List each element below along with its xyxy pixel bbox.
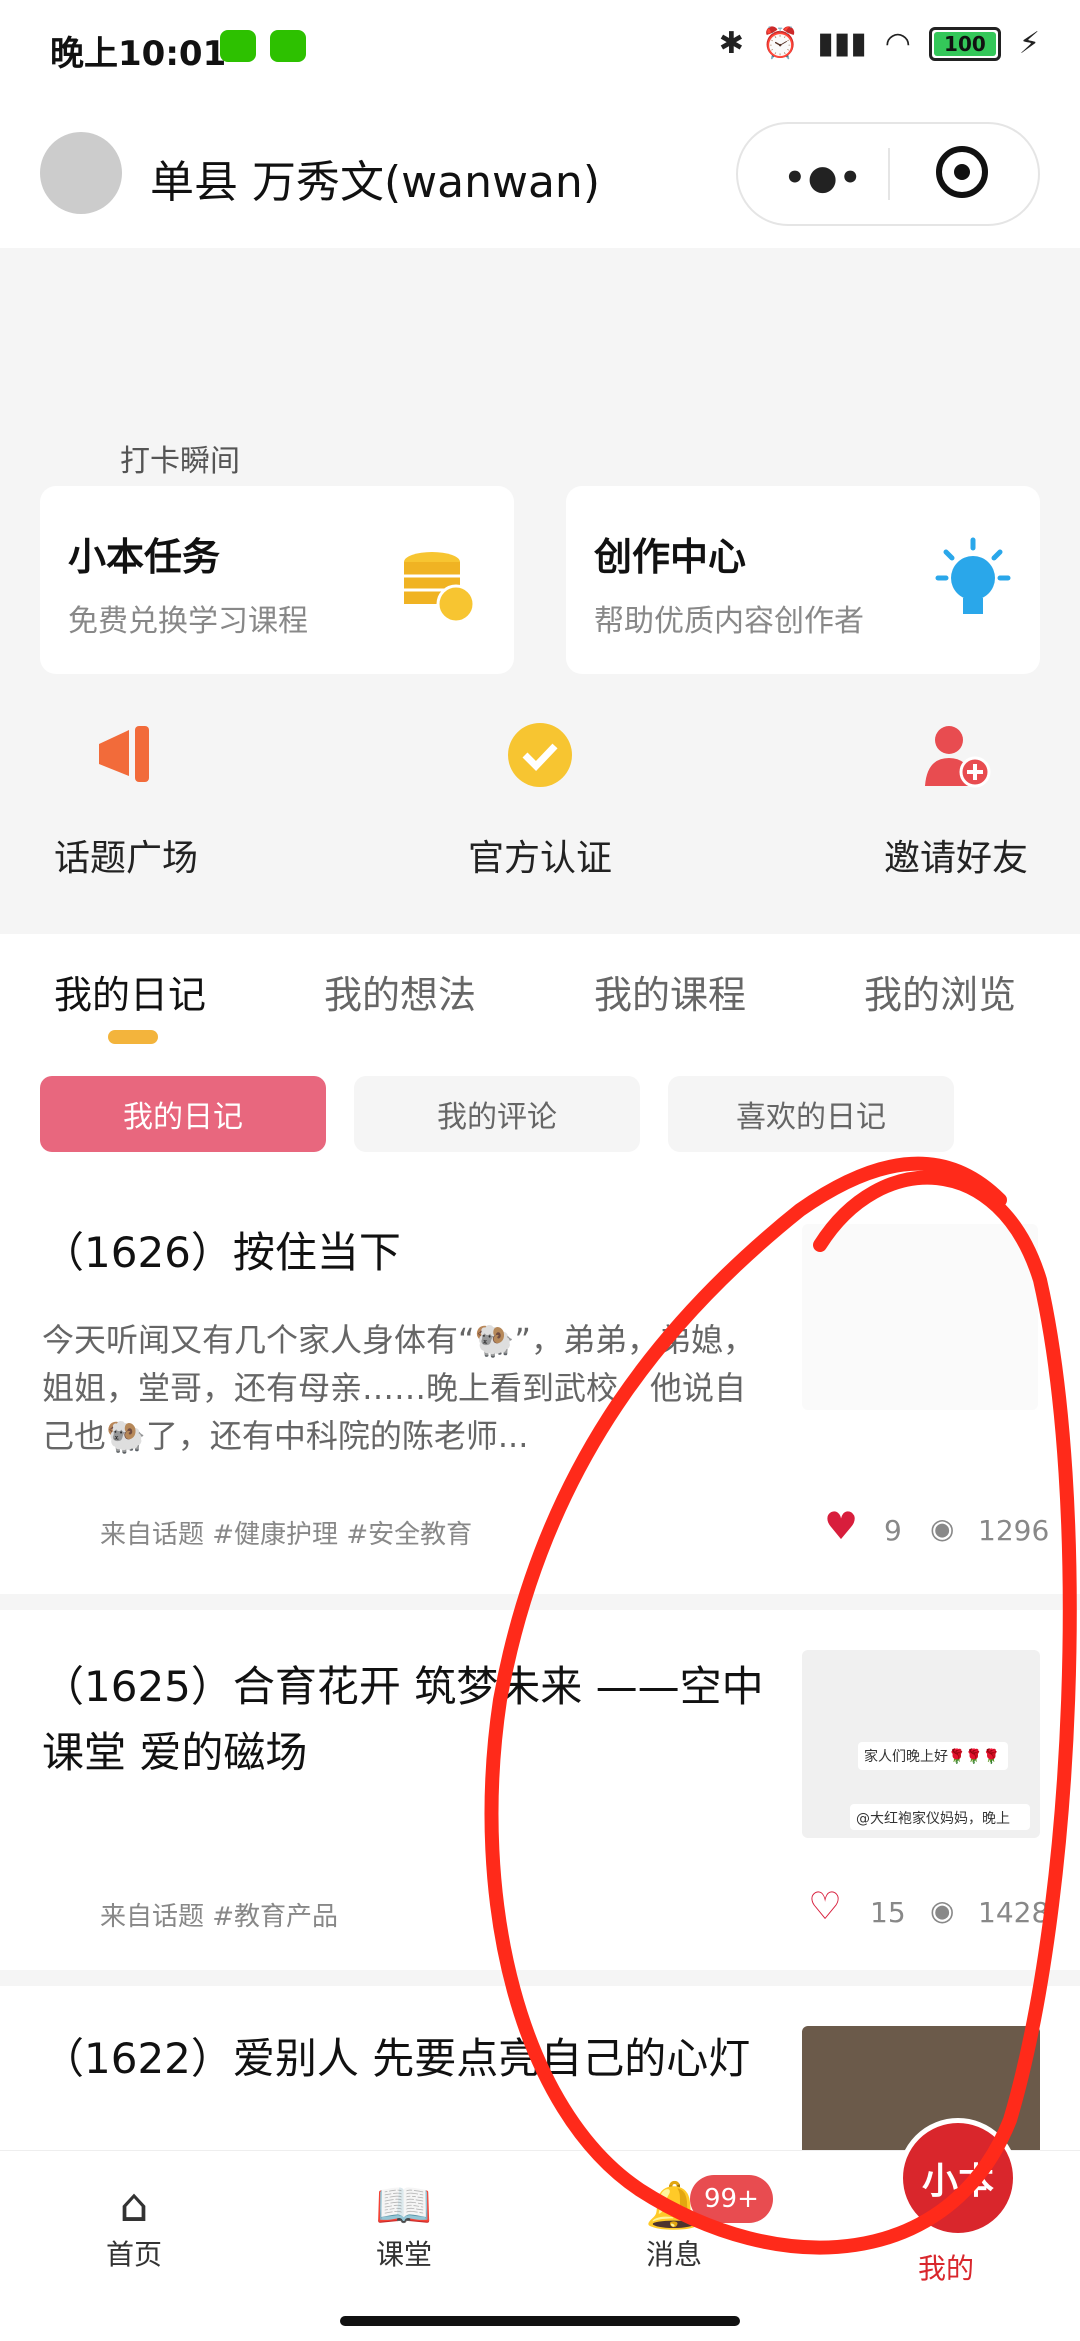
quick-link-label: 话题广场: [53, 838, 198, 879]
view-count: 1296: [978, 1514, 1050, 1547]
nav-me[interactable]: 我的: [886, 2247, 1006, 2287]
bluetooth-icon: ✱: [718, 26, 744, 61]
official-verify-link[interactable]: 官方认证: [430, 720, 650, 881]
task-card[interactable]: 小本任务 免费兑换学习课程: [40, 486, 514, 674]
quick-link-label: 邀请好友: [883, 838, 1028, 879]
quick-link-label: 官方认证: [467, 838, 612, 879]
sub-tabs: 我的日记 我的评论 喜欢的日记: [0, 1046, 1080, 1168]
close-miniprogram-icon[interactable]: [936, 146, 988, 198]
post-title: （1626）按住当下: [42, 1228, 401, 1277]
card-subtitle: 帮助优质内容创作者: [594, 604, 864, 639]
view-count: 1428: [978, 1896, 1050, 1929]
coins-icon: [404, 552, 476, 624]
subtab-my-diary[interactable]: 我的日记: [40, 1076, 326, 1152]
charging-icon: ⚡: [1018, 26, 1040, 61]
post-thumbnail: [802, 1224, 1038, 1410]
status-time: 晚上10:01: [50, 34, 227, 74]
nav-label: 首页: [105, 2238, 162, 2271]
diary-post[interactable]: （1626）按住当下 今天听闻又有几个家人身体有“🐏”，弟弟，弟媳，姐姐，堂哥，…: [0, 1168, 1080, 1594]
post-tags: 来自话题 #教育产品: [100, 1902, 339, 1932]
book-icon: 📖: [375, 2178, 433, 2232]
section-title: 打卡瞬间: [120, 444, 240, 479]
views-icon: ◉: [930, 1894, 955, 1927]
lightbulb-icon: [935, 537, 1011, 614]
subtab-liked-diaries[interactable]: 喜欢的日记: [668, 1076, 954, 1152]
topic-square-link[interactable]: 话题广场: [16, 720, 236, 881]
tab-my-courses[interactable]: 我的课程: [594, 964, 746, 1019]
nav-label: 消息: [645, 2238, 702, 2271]
wechat-icon: [220, 30, 256, 62]
verified-badge-icon: [508, 723, 572, 787]
card-title: 创作中心: [594, 535, 747, 579]
creator-card[interactable]: 创作中心 帮助优质内容创作者: [566, 486, 1040, 674]
megaphone-icon: [99, 726, 149, 782]
invite-friends-link[interactable]: 邀请好友: [846, 720, 1066, 881]
home-indicator: [340, 2316, 740, 2326]
thumb-chat-text: @大红袍家仪妈妈，晚上: [850, 1804, 1030, 1830]
status-bar: 晚上10:01 ✱ ⏰ ▮▮▮ ◠ 100 ⚡: [0, 0, 1080, 96]
user-name: 单县 万秀文(wanwan): [150, 157, 600, 208]
active-tab-indicator: [108, 1030, 158, 1044]
card-title: 小本任务: [68, 535, 221, 579]
card-subtitle: 免费兑换学习课程: [68, 604, 308, 639]
heart-outline-icon[interactable]: ♡: [808, 1884, 842, 1928]
avatar[interactable]: [40, 132, 122, 214]
tab-my-thoughts[interactable]: 我的想法: [324, 964, 476, 1019]
add-friend-icon: [925, 726, 991, 788]
like-count: 15: [870, 1896, 906, 1929]
message-badge: 99+: [690, 2175, 773, 2223]
post-tags: 来自话题 #健康护理 #安全教育: [100, 1520, 473, 1550]
capsule-divider: [888, 148, 890, 200]
post-title: （1622）爱别人 先要点亮自己的心灯: [42, 2034, 751, 2083]
main-tabs: 我的日记 我的想法 我的课程 我的浏览: [0, 934, 1080, 1047]
post-title: （1625）合育花开 筑梦未来 ——空中课堂 爱的磁场: [42, 1662, 764, 1777]
post-thumbnail: 家人们晚上好🌹🌹🌹 @大红袍家仪妈妈，晚上: [802, 1650, 1040, 1838]
profile-fab[interactable]: 小本: [898, 2118, 1018, 2238]
more-icon[interactable]: •●•: [784, 158, 863, 198]
battery-icon: 100: [928, 26, 1001, 61]
post-excerpt: 今天听闻又有几个家人身体有“🐏”，弟弟，弟媳，姐姐，堂哥，还有母亲……晚上看到武…: [42, 1321, 756, 1455]
subtab-my-comments[interactable]: 我的评论: [354, 1076, 640, 1152]
header: 单县 万秀文(wanwan) •●•: [0, 96, 1080, 248]
views-icon: ◉: [930, 1512, 955, 1545]
nav-home[interactable]: ⌂ 首页: [74, 2177, 194, 2273]
wifi-icon: ◠: [884, 26, 911, 61]
liked-heart-icon[interactable]: ♥: [824, 1504, 858, 1548]
like-count: 9: [884, 1514, 902, 1547]
diary-post[interactable]: （1625）合育花开 筑梦未来 ——空中课堂 爱的磁场 来自话题 #教育产品 ♡…: [0, 1610, 1080, 1970]
status-icons: ✱ ⏰ ▮▮▮ ◠ 100 ⚡: [719, 26, 1040, 61]
nav-label: 课堂: [375, 2238, 432, 2271]
alarm-icon: ⏰: [761, 26, 800, 61]
tab-my-history[interactable]: 我的浏览: [864, 964, 1016, 1019]
home-icon: ⌂: [119, 2178, 149, 2232]
tab-my-diary[interactable]: 我的日记: [54, 964, 206, 1019]
nav-label: 我的: [917, 2252, 974, 2285]
miniprogram-capsule: •●•: [736, 122, 1040, 226]
thumb-chat-text: 家人们晚上好🌹🌹🌹: [858, 1742, 1008, 1770]
nav-class[interactable]: 📖 课堂: [344, 2177, 464, 2273]
wechat-icon: [270, 30, 306, 62]
signal-icon: ▮▮▮: [817, 26, 867, 61]
